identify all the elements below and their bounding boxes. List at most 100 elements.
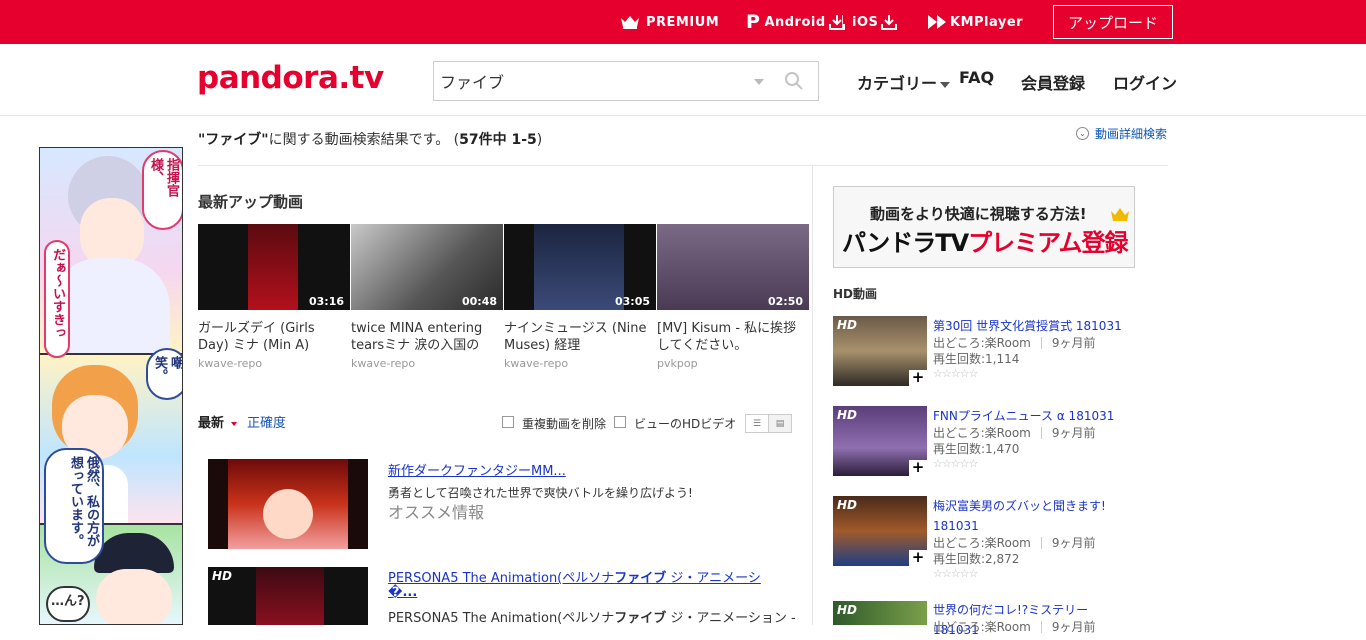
latest-video-source[interactable]: kwave-repo xyxy=(198,357,262,370)
search-icon[interactable] xyxy=(784,71,804,95)
latest-video-title[interactable]: twice MINA entering tearsミナ 涙の入国の xyxy=(351,320,499,354)
latest-video-title[interactable]: ナインミュージス (Nine Muses) 経理 xyxy=(504,320,652,354)
hd-video-title[interactable]: 梅沢富美男のズバッと聞きます! 181031 xyxy=(933,496,1133,536)
premium-banner-line2: パンドラTVプレミアム登録 xyxy=(842,223,1128,258)
hd-video-meta: 出どころ:楽Room 9ヶ月前 xyxy=(933,534,1096,551)
video-duration: 00:48 xyxy=(461,295,497,308)
video-frame xyxy=(256,567,324,625)
add-to-playlist-icon[interactable]: + xyxy=(909,370,927,386)
header: pandora.tv カテゴリー FAQ 会員登録 ログイン xyxy=(0,44,1366,116)
hd-video-thumb[interactable]: HD + xyxy=(833,316,927,386)
result-query: "ファイブ" xyxy=(198,132,269,148)
result-count: 57件中 1-5 xyxy=(459,132,537,148)
latest-video-title[interactable]: ガールズデイ (Girls Day) ミナ (Min A) xyxy=(198,320,346,354)
hd-only-label: ビューのHDビデオ xyxy=(634,417,737,431)
character-face xyxy=(96,569,172,624)
android-link[interactable]: P Android xyxy=(746,0,845,44)
latest-video-source[interactable]: kwave-repo xyxy=(351,357,415,370)
ad-bubble: …ん? xyxy=(46,586,90,622)
video-duration: 03:05 xyxy=(614,295,650,308)
latest-video-thumb[interactable]: 00:48 xyxy=(351,224,503,310)
chevron-down-icon[interactable] xyxy=(754,79,764,85)
hd-video-thumb[interactable]: HD + xyxy=(833,496,927,566)
dedupe-label: 重複動画を削除 xyxy=(522,417,607,431)
rating-stars-icon: ☆☆☆☆☆ xyxy=(933,567,978,580)
result-video-title-line2[interactable]: �... xyxy=(388,585,417,600)
add-to-playlist-icon[interactable]: + xyxy=(909,460,927,476)
search-input[interactable] xyxy=(440,68,740,94)
ad-bubble: 嘲笑。 xyxy=(146,348,182,400)
add-to-playlist-icon[interactable]: + xyxy=(909,550,927,566)
nav-category-label: カテゴリー xyxy=(857,74,938,93)
hd-video-thumb[interactable]: HD + xyxy=(833,406,927,476)
latest-video-thumb[interactable]: 03:16 xyxy=(198,224,350,310)
crown-icon xyxy=(620,15,640,29)
hd-video-meta: 出どころ:楽Room 9ヶ月前 xyxy=(933,334,1096,351)
desc-highlight: ファイブ xyxy=(614,611,667,626)
divider xyxy=(812,166,813,625)
ios-link[interactable]: iOS xyxy=(852,0,898,44)
title-highlight: ファイブ xyxy=(614,571,667,586)
hd-video-views: 再生回数:1,470 xyxy=(933,442,1020,456)
nav-category[interactable]: カテゴリー xyxy=(857,70,951,94)
dedupe-checkbox[interactable] xyxy=(502,416,514,428)
hd-badge: HD xyxy=(837,498,858,512)
advanced-search-link[interactable]: ⌄ 動画詳細検索 xyxy=(1076,125,1167,142)
video-duration: 03:16 xyxy=(308,295,344,308)
hd-video-age: 9ヶ月前 xyxy=(1051,426,1096,440)
premium-banner[interactable]: 動画をより快適に視聴する方法! パンドラTVプレミアム登録 xyxy=(833,186,1135,268)
pandora-p-icon: P xyxy=(746,11,761,33)
nav-login[interactable]: ログイン xyxy=(1113,70,1177,94)
kmplayer-icon xyxy=(928,15,946,29)
hd-video-source: 出どころ:楽Room xyxy=(933,620,1031,634)
android-label: Android xyxy=(764,14,826,30)
latest-video-source[interactable]: kwave-repo xyxy=(504,357,568,370)
ios-label: iOS xyxy=(852,14,879,30)
latest-video-thumb[interactable]: 02:50 xyxy=(657,224,809,310)
detail-view-icon[interactable]: ▤ xyxy=(768,415,791,432)
result-video-title[interactable]: PERSONA5 The Animation(ペルソナファイブ ジ・アニメーシ xyxy=(388,567,761,586)
result-video-thumb[interactable] xyxy=(208,459,368,549)
pandora-logo[interactable]: pandora.tv xyxy=(197,60,384,96)
chevron-down-icon xyxy=(940,81,951,88)
advanced-search-label: 動画詳細検索 xyxy=(1095,127,1168,141)
download-icon xyxy=(881,14,898,30)
premium-link[interactable]: PREMIUM xyxy=(620,0,719,44)
hd-video-meta: 出どころ:楽Room 9ヶ月前 xyxy=(933,618,1096,635)
character-face xyxy=(263,489,313,539)
latest-video-source[interactable]: pvkpop xyxy=(657,357,698,370)
hd-badge: HD xyxy=(837,603,858,617)
latest-video-title[interactable]: [MV] Kisum - 私に挨拶してください。 xyxy=(657,320,805,354)
rating-stars-icon: ☆☆☆☆☆ xyxy=(933,457,978,470)
separator xyxy=(834,0,851,44)
hd-video-title[interactable]: 第30回 世界文化賞授賞式 181031 xyxy=(933,316,1133,336)
character-cap xyxy=(94,533,174,573)
nav-faq[interactable]: FAQ xyxy=(959,68,994,87)
hd-video-thumb[interactable]: HD xyxy=(833,601,927,625)
hd-badge: HD xyxy=(837,318,858,332)
upload-button[interactable]: アップロード xyxy=(1053,5,1173,39)
hd-video-title[interactable]: FNNプライムニュース α 181031 xyxy=(933,406,1133,426)
hd-video-age: 9ヶ月前 xyxy=(1051,536,1096,550)
result-video-title[interactable]: 新作ダークファンタジーMM... xyxy=(388,460,566,479)
title-part: PERSONA5 The Animation(ペルソナ xyxy=(388,571,615,586)
result-video-thumb[interactable]: HD xyxy=(208,567,368,625)
nav-register[interactable]: 会員登録 xyxy=(1021,70,1085,94)
list-view-icon[interactable]: ☰ xyxy=(746,415,768,432)
latest-video-thumb[interactable]: 03:05 xyxy=(504,224,656,310)
video-frame xyxy=(248,224,298,310)
caret-down-icon xyxy=(230,421,237,426)
hd-video-views: 再生回数:2,872 xyxy=(933,552,1020,566)
video-frame xyxy=(534,224,624,310)
banner-text-black: パンドラTV xyxy=(842,229,969,257)
rating-stars-icon: ☆☆☆☆☆ xyxy=(933,367,978,380)
ad-bubble: だぁ〜いすきっ xyxy=(44,240,70,358)
left-ad-banner[interactable]: 指揮官様、 だぁ〜いすきっ 嘲笑。 俄然、私の方が想っています。 …ん? xyxy=(39,147,183,625)
view-toggle: ☰ ▤ xyxy=(745,414,792,433)
hd-video-source: 出どころ:楽Room xyxy=(933,536,1031,550)
hd-only-checkbox[interactable] xyxy=(614,416,626,428)
sort-accuracy[interactable]: 正確度 xyxy=(247,412,286,431)
sort-latest[interactable]: 最新 xyxy=(198,412,237,431)
banner-text-red: プレミアム登録 xyxy=(968,229,1128,257)
kmplayer-link[interactable]: KMPlayer xyxy=(928,0,1023,44)
